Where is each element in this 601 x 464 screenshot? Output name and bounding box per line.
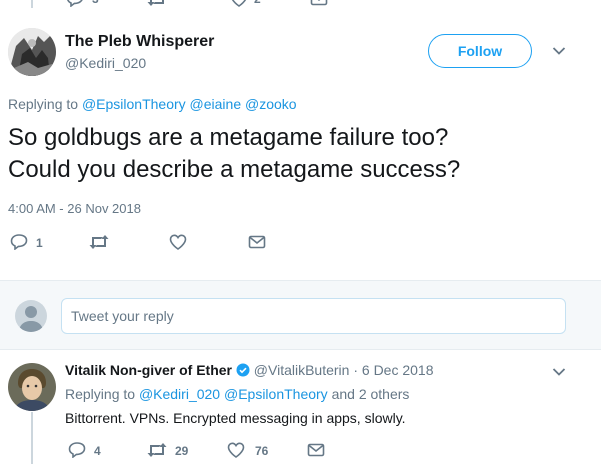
replying-to-suffix[interactable]: and 2 others	[332, 386, 410, 402]
reply-icon[interactable]	[10, 234, 28, 250]
replying-to-line: Replying to @Kediri_020 @EpsilonTheory a…	[65, 386, 409, 402]
mention-link[interactable]: @eiaine	[190, 96, 242, 112]
tweet-text-line: So goldbugs are a metagame failure too?	[8, 124, 449, 151]
retweet-icon[interactable]	[88, 234, 110, 250]
reply-count: 1	[36, 236, 43, 250]
reply-text: Bittorrent. VPNs. Encrypted messaging in…	[65, 410, 406, 426]
tweet-text: So goldbugs are a metagame failure too? …	[8, 122, 568, 186]
replying-to-prefix: Replying to	[65, 386, 136, 402]
chevron-down-icon[interactable]	[552, 46, 566, 56]
retweet-icon[interactable]	[146, 442, 168, 458]
like-icon[interactable]	[227, 442, 245, 458]
reply-count: 4	[94, 444, 101, 458]
retweet-count: 29	[175, 444, 189, 458]
like-icon[interactable]	[169, 234, 187, 250]
like-count: 76	[255, 444, 269, 458]
reply-header: Vitalik Non-giver of Ether @VitalikButer…	[65, 362, 434, 378]
prev-tweet-actions: 3 2	[60, 0, 360, 7]
reply-input[interactable]: Tweet your reply	[61, 298, 566, 334]
mention-link[interactable]: @Kediri_020	[139, 386, 220, 402]
user-avatar	[15, 300, 47, 332]
prev-reply-count: 3	[92, 0, 99, 6]
thread-connector-top	[31, 0, 33, 8]
author-name[interactable]: The Pleb Whisperer	[65, 33, 214, 51]
like-icon[interactable]	[230, 0, 248, 7]
chevron-down-icon[interactable]	[552, 367, 566, 377]
message-icon[interactable]	[307, 442, 325, 458]
author-name[interactable]: Vitalik Non-giver of Ether	[65, 362, 232, 378]
message-icon[interactable]	[310, 0, 328, 7]
timestamp[interactable]: 4:00 AM - 26 Nov 2018	[8, 201, 141, 216]
prev-like-count: 2	[254, 0, 261, 6]
reply-icon[interactable]	[66, 0, 84, 7]
mention-link[interactable]: @zooko	[245, 96, 297, 112]
replying-to-prefix: Replying to	[8, 96, 79, 112]
message-icon[interactable]	[248, 234, 266, 250]
follow-button[interactable]: Follow	[428, 34, 532, 68]
retweet-icon[interactable]	[146, 0, 168, 7]
author-handle[interactable]: @VitalikButerin	[254, 362, 350, 378]
mention-link[interactable]: @EpsilonTheory	[82, 96, 186, 112]
thread-connector-bottom	[31, 412, 33, 464]
mention-link[interactable]: @EpsilonTheory	[224, 386, 328, 402]
author-handle[interactable]: @Kediri_020	[65, 55, 146, 71]
reply-icon[interactable]	[68, 442, 86, 458]
tweet-date[interactable]: · 6 Dec 2018	[353, 362, 433, 378]
avatar[interactable]	[8, 363, 56, 411]
avatar[interactable]	[8, 28, 56, 76]
verified-icon	[236, 363, 250, 377]
divider	[0, 349, 601, 350]
replying-to-line: Replying to @EpsilonTheory @eiaine @zook…	[8, 96, 297, 112]
tweet-text-line: Could you describe a metagame success?	[8, 156, 461, 183]
